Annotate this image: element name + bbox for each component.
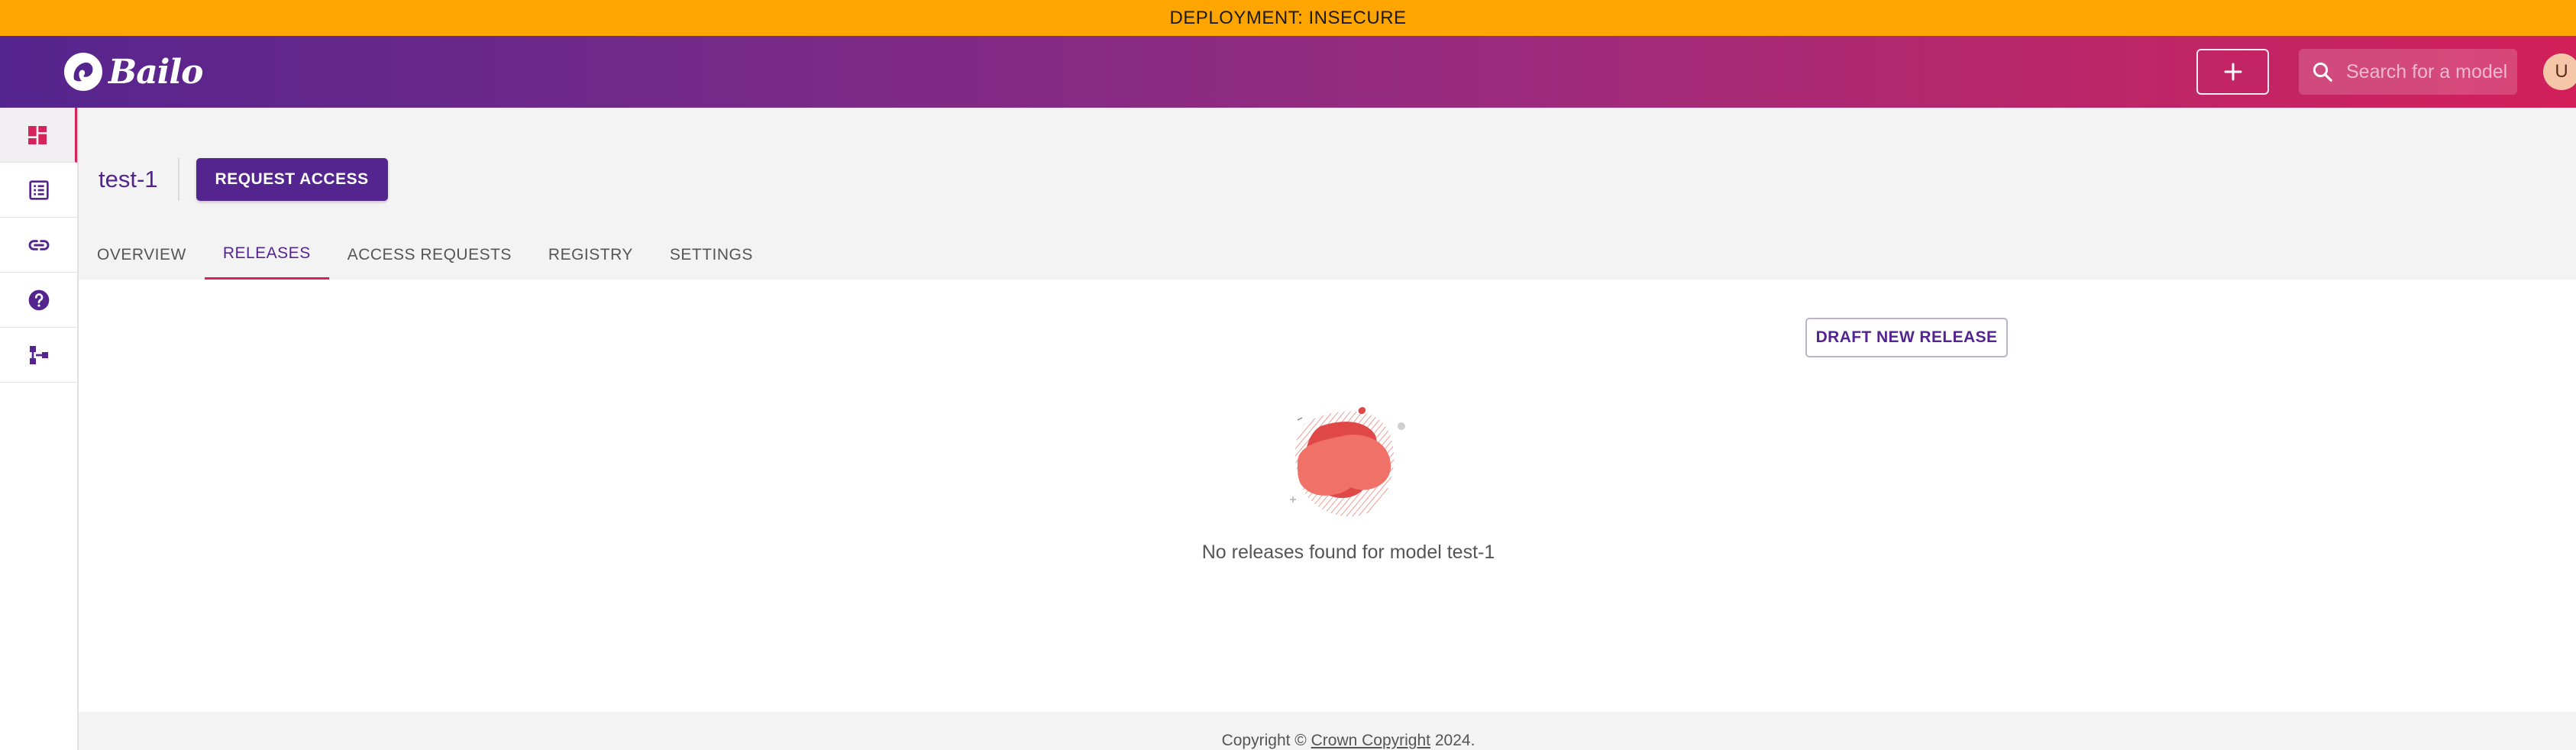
sidebar-item-links[interactable] (0, 218, 77, 273)
request-access-button[interactable]: REQUEST ACCESS (196, 158, 388, 201)
deployment-banner-text: DEPLOYMENT: INSECURE (1169, 7, 1407, 28)
tab-registry[interactable]: REGISTRY (530, 230, 651, 280)
dashboard-icon (28, 125, 47, 144)
sidebar-item-reviews[interactable] (0, 163, 77, 218)
model-header: test-1 REQUEST ACCESS (79, 158, 388, 201)
plus-icon (2224, 63, 2241, 81)
sidebar-item-help[interactable] (0, 273, 77, 328)
draft-new-release-button[interactable]: DRAFT NEW RELEASE (1805, 318, 2008, 357)
logo-text: Bailo (108, 52, 203, 92)
deployment-banner: DEPLOYMENT: INSECURE (0, 0, 2576, 36)
add-button[interactable] (2196, 49, 2269, 95)
search-input[interactable] (2345, 60, 2516, 84)
user-avatar[interactable]: U (2543, 53, 2576, 90)
tab-access-requests[interactable]: ACCESS REQUESTS (329, 230, 530, 280)
top-app-bar: Bailo U (0, 36, 2576, 108)
empty-state-illustration (1290, 407, 1405, 517)
sidebar-item-schemas[interactable] (0, 328, 77, 383)
sidebar-item-dashboard[interactable] (0, 108, 77, 163)
model-title: test-1 (99, 166, 158, 192)
model-search[interactable] (2299, 49, 2517, 95)
schema-icon (29, 345, 48, 364)
avatar-initial: U (2555, 61, 2568, 82)
help-icon (28, 289, 49, 310)
footer-crown-copyright-link[interactable]: Crown Copyright (1311, 732, 1430, 749)
footer-copyright-prefix: Copyright © (1221, 732, 1307, 749)
releases-panel: DRAFT NEW RELEASE No releases found for … (79, 280, 2576, 712)
tab-releases[interactable]: RELEASES (204, 230, 329, 280)
search-icon (2313, 62, 2332, 82)
lion-logo-icon (64, 53, 102, 91)
main-content: test-1 REQUEST ACCESS OVERVIEW RELEASES … (79, 108, 2576, 750)
tab-settings[interactable]: SETTINGS (651, 230, 771, 280)
footer: Copyright © Crown Copyright 2024. (79, 732, 2576, 750)
footer-year: 2024. (1434, 732, 1475, 749)
tab-overview[interactable]: OVERVIEW (79, 230, 205, 280)
model-tabs: OVERVIEW RELEASES ACCESS REQUESTS REGIST… (79, 230, 771, 280)
side-navigation (0, 108, 79, 750)
list-icon (28, 179, 49, 200)
empty-releases-message: No releases found for model test-1 (1201, 541, 1495, 563)
link-icon (28, 239, 49, 251)
bailo-logo[interactable]: Bailo (64, 51, 203, 92)
header-divider (177, 158, 179, 201)
